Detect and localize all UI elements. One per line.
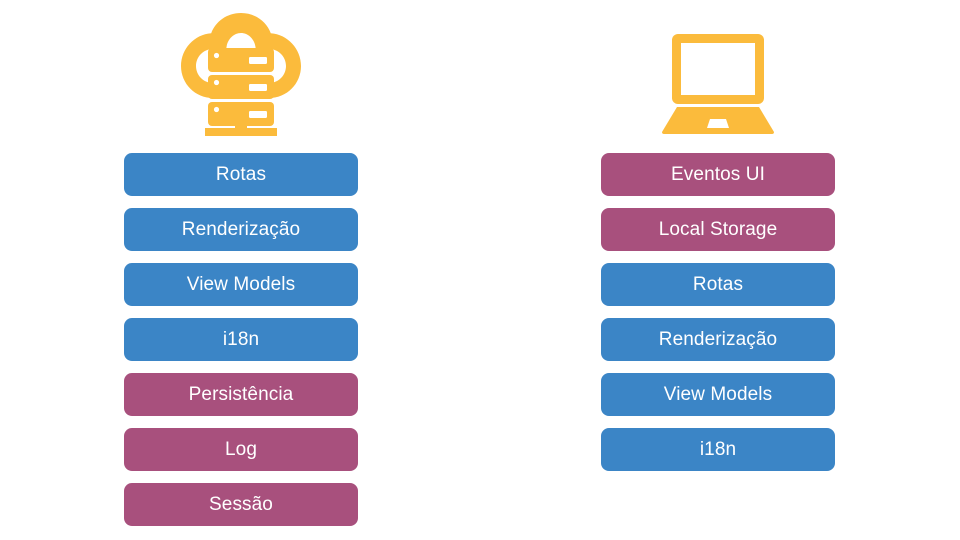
- cloud-server-icon: [124, 6, 358, 142]
- layer-list-client: Eventos UI Local Storage Rotas Renderiza…: [601, 153, 835, 471]
- layer-pill[interactable]: i18n: [124, 318, 358, 361]
- layer-pill[interactable]: i18n: [601, 428, 835, 471]
- diagram-canvas: Rotas Renderização View Models i18n Pers…: [0, 0, 960, 540]
- layer-list-server: Rotas Renderização View Models i18n Pers…: [124, 153, 358, 526]
- layer-pill[interactable]: Renderização: [124, 208, 358, 251]
- layer-pill[interactable]: Local Storage: [601, 208, 835, 251]
- layer-pill[interactable]: Rotas: [601, 263, 835, 306]
- layer-pill[interactable]: Eventos UI: [601, 153, 835, 196]
- laptop-icon: [601, 6, 835, 142]
- layer-pill[interactable]: Sessão: [124, 483, 358, 526]
- layer-pill[interactable]: Renderização: [601, 318, 835, 361]
- layer-pill[interactable]: Rotas: [124, 153, 358, 196]
- layer-pill[interactable]: View Models: [601, 373, 835, 416]
- layer-pill[interactable]: Log: [124, 428, 358, 471]
- layer-pill[interactable]: View Models: [124, 263, 358, 306]
- layer-pill[interactable]: Persistência: [124, 373, 358, 416]
